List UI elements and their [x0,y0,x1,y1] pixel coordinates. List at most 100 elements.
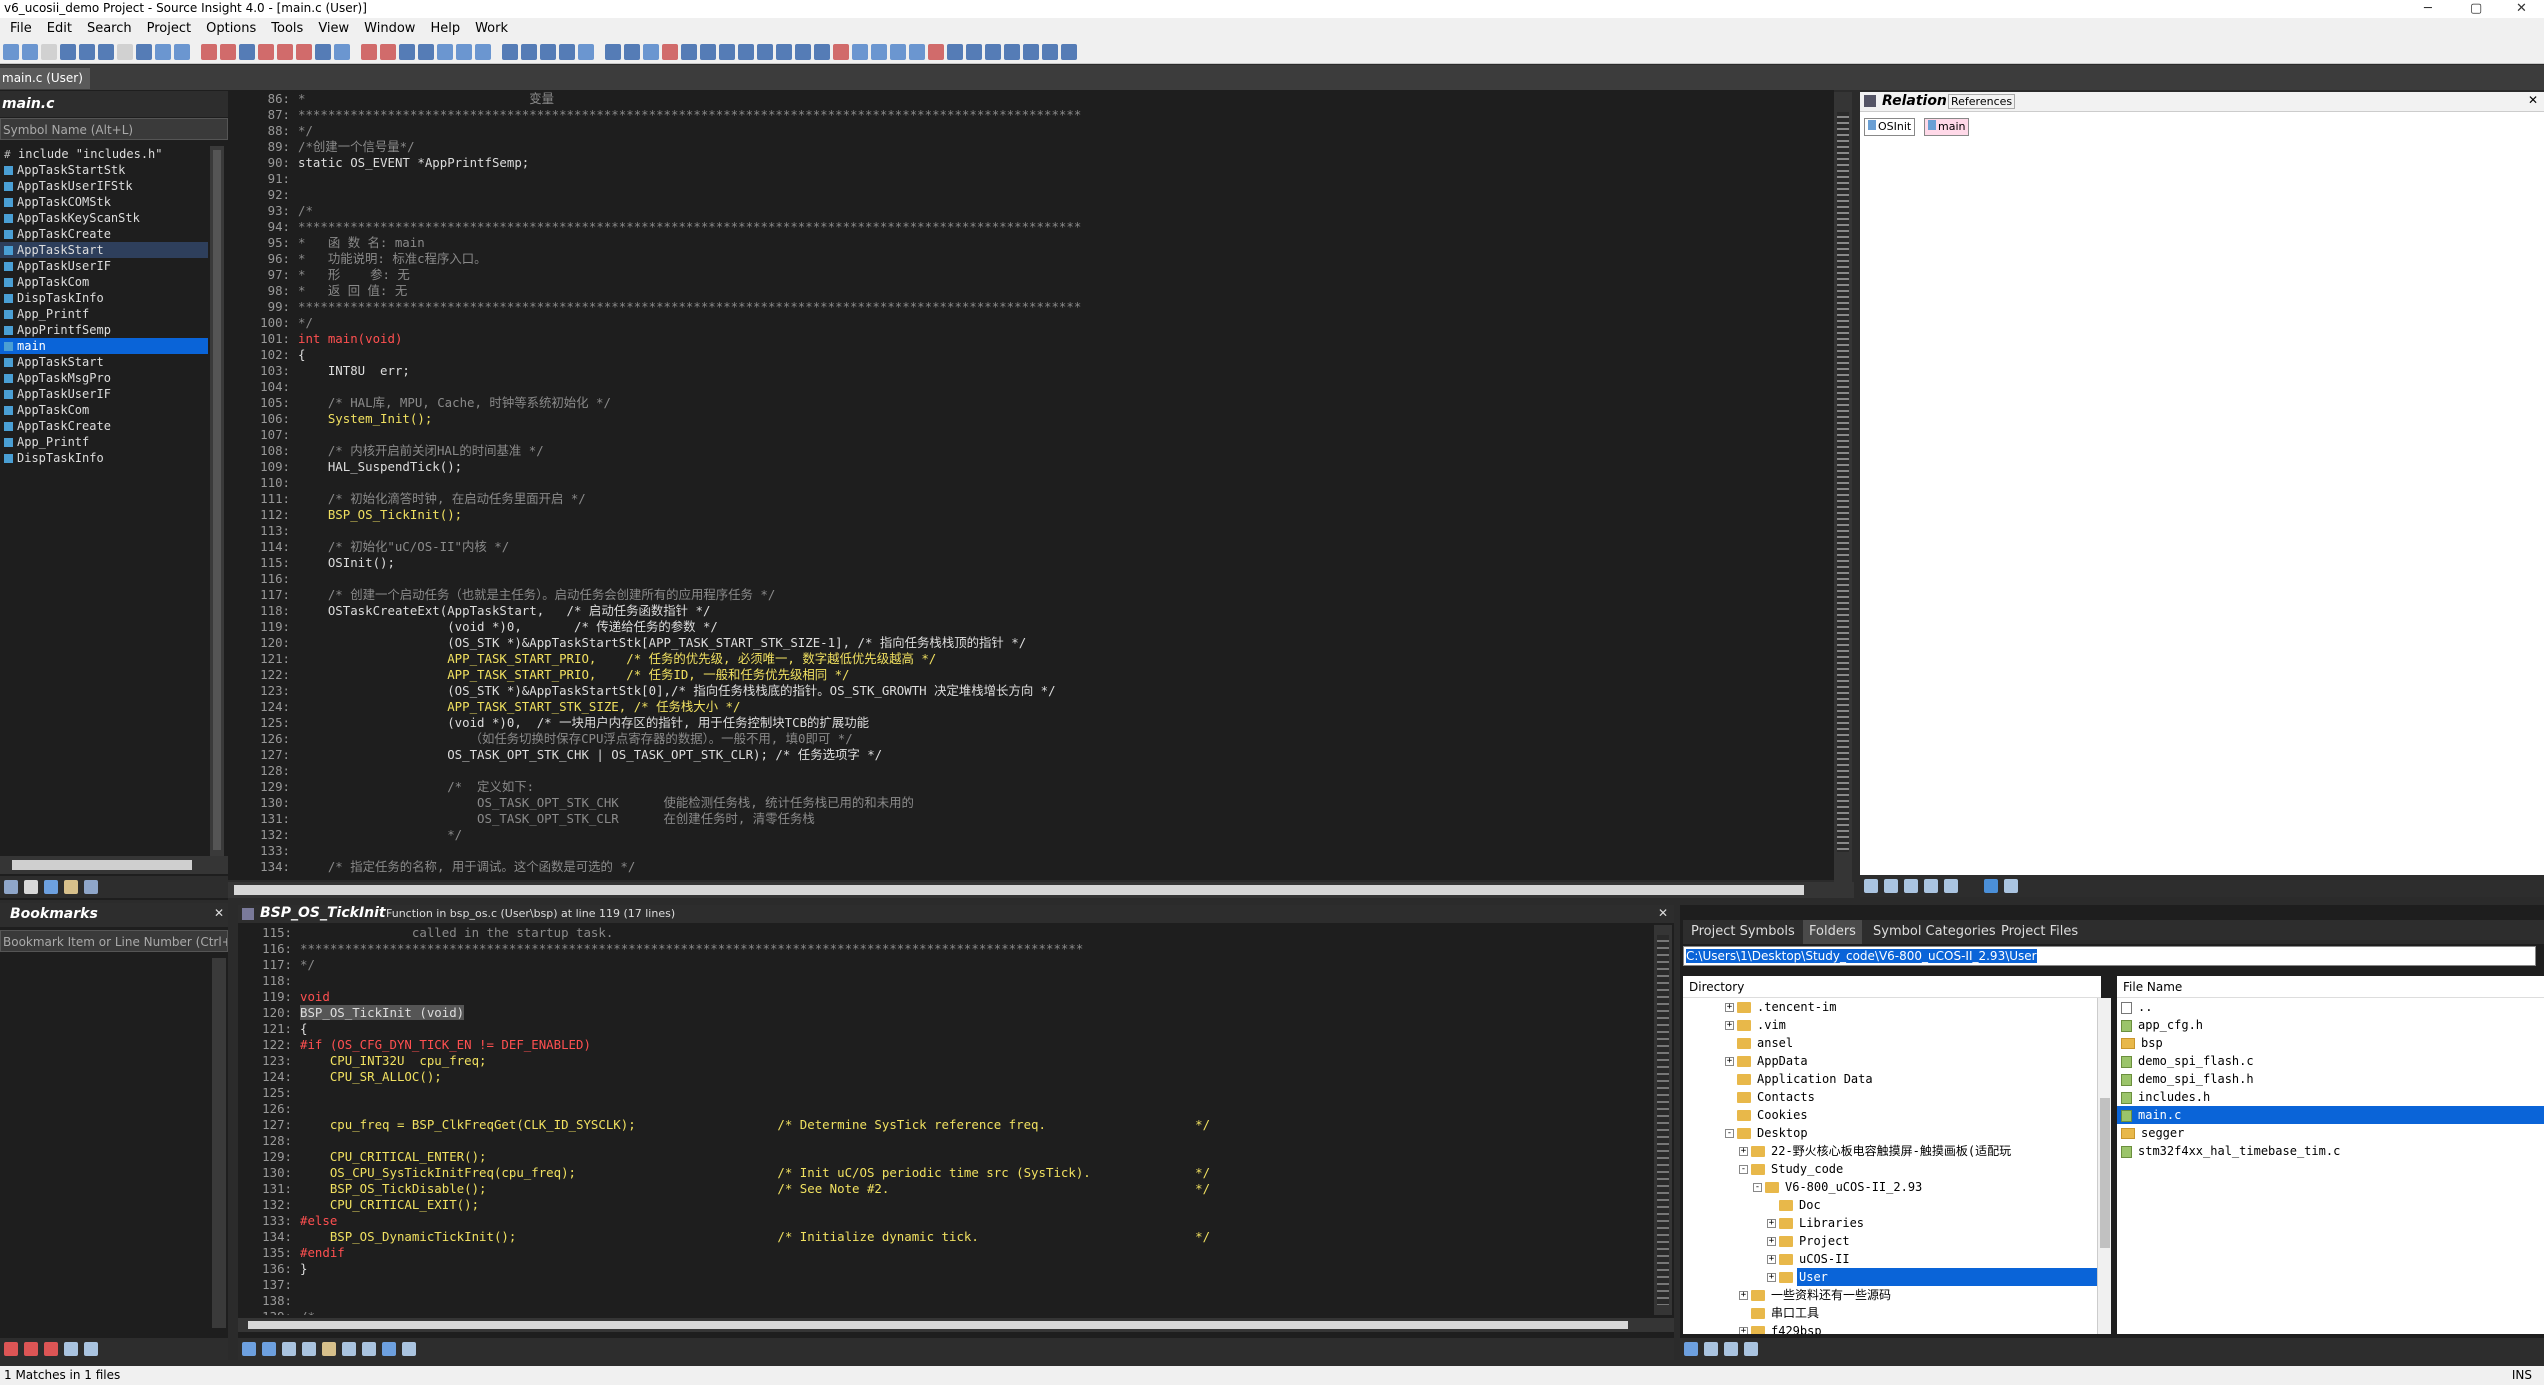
toolbar-button-icon-47[interactable] [928,43,944,60]
bookmark-save-icon[interactable] [64,1342,78,1356]
toolbar-button-icon-43[interactable] [852,43,868,60]
bookmark-goto-icon[interactable] [44,1342,58,1356]
folder-tree-item[interactable]: +22-野火核心板电容触摸屏-触摸画板(适配玩 [1683,1142,2101,1160]
code-line[interactable]: 88: */ [228,123,1818,139]
symbol-search-input[interactable]: Symbol Name (Alt+L) [0,118,228,140]
file-list-item[interactable]: includes.h [2117,1088,2544,1106]
minimize-button[interactable]: ─ [2424,0,2432,17]
folder-tree-item[interactable]: Contacts [1683,1088,2101,1106]
editor-hscrollbar[interactable] [228,882,1854,898]
menu-search[interactable]: Search [81,18,141,40]
code-line[interactable]: 126: [238,1101,1648,1117]
toolbar-button-icon-52[interactable] [1023,43,1039,60]
relation-window[interactable] [1860,92,2544,882]
context-refresh-icon[interactable] [342,1342,356,1356]
symbol-item[interactable]: AppTaskUserIF [0,258,208,274]
directory-scrollbar[interactable] [2097,998,2111,1334]
code-line[interactable]: 114: /* 初始化"uC/OS-II"内核 */ [228,539,1818,555]
folder-tree-item[interactable]: - V6-800_uCOS-II_2.93 [1683,1178,2101,1196]
toolbar-button-icon-5[interactable] [98,43,114,60]
code-line[interactable]: 86: * 变量 [228,91,1818,107]
folder-tree-item[interactable]: + User [1683,1268,2101,1286]
code-line[interactable]: 130: OS_TASK_OPT_STK_CHK 使能检测任务栈, 统计任务栈已… [228,795,1818,811]
toolbar-button-icon-48[interactable] [947,43,963,60]
relation-node-osinit[interactable]: OSInit [1864,118,1916,136]
folder-tree-item[interactable]: + Libraries [1683,1214,2101,1232]
code-line[interactable]: 96: * 功能说明: 标准c程序入口。 [228,251,1818,267]
file-list-item[interactable]: demo_spi_flash.h [2117,1070,2544,1088]
toolbar-button-icon-53[interactable] [1042,43,1058,60]
context-settings-icon[interactable] [402,1342,416,1356]
project-up-icon[interactable] [1684,1342,1698,1356]
code-line[interactable]: 117: */ [238,957,1648,973]
code-line[interactable]: 133: [228,843,1818,859]
toolbar-button-icon-38[interactable] [757,43,773,60]
expand-icon[interactable]: + [1725,1021,1734,1030]
code-line[interactable]: 103: INT8U err; [228,363,1818,379]
code-line[interactable]: 120: (OS_STK *)&AppTaskStartStk[APP_TASK… [228,635,1818,651]
project-tab-folders[interactable]: Folders [1803,920,1862,944]
code-line[interactable]: 132: CPU_CRITICAL_EXIT(); [238,1197,1648,1213]
toolbar-button-icon-19[interactable] [380,43,396,60]
project-tab-project-files[interactable]: Project Files [1995,920,2084,944]
code-line[interactable]: 121: APP_TASK_START_PRIO, /* 任务的优先级, 必须唯… [228,651,1818,667]
symbol-item[interactable]: DispTaskInfo [0,290,208,306]
collapse-icon[interactable]: - [1753,1183,1762,1192]
symbol-list-scrollbar[interactable] [210,146,224,856]
file-list-item[interactable]: bsp [2117,1034,2544,1052]
symbol-item[interactable]: AppTaskCreate [0,226,208,242]
expand-icon[interactable]: + [1739,1327,1748,1334]
sort-icon[interactable] [4,880,18,894]
context-close-icon[interactable]: ✕ [1658,906,1668,920]
folder-tree-item[interactable]: Doc [1683,1196,2101,1214]
menu-options[interactable]: Options [200,18,265,40]
menu-file[interactable]: File [4,18,41,40]
toolbar-button-icon-0[interactable] [3,43,19,60]
code-line[interactable]: 93: /* [228,203,1818,219]
toolbar-button-icon-12[interactable] [239,43,255,60]
expand-icon[interactable]: + [1767,1237,1776,1246]
code-line[interactable]: 120: BSP_OS_TickInit (void) [238,1005,1648,1021]
collapse-icon[interactable]: - [1739,1165,1748,1174]
code-line[interactable]: 89: /*创建一个信号量*/ [228,139,1818,155]
toolbar-button-icon-28[interactable] [559,43,575,60]
menu-project[interactable]: Project [141,18,200,40]
folder-tree-item[interactable]: + AppData [1683,1052,2101,1070]
code-line[interactable]: 137: [238,1277,1648,1293]
code-line[interactable]: 122: APP_TASK_START_PRIO, /* 任务ID, 一般和任务… [228,667,1818,683]
filter-icon[interactable] [44,880,58,894]
context-vscrollbar[interactable] [1654,925,1672,1315]
directory-column-header[interactable]: Directory [1683,976,2101,998]
toolbar-button-icon-39[interactable] [776,43,792,60]
folder-path-input[interactable]: C:\Users\1\Desktop\Study_code\V6-800_uCO… [1683,946,2536,966]
toolbar-button-icon-11[interactable] [220,43,236,60]
code-line[interactable]: 100: */ [228,315,1818,331]
toolbar-button-icon-32[interactable] [643,43,659,60]
editor-code[interactable]: 86: * 变量 87: ******************************… [228,91,1818,875]
list-view-icon[interactable] [24,880,38,894]
relation-layout-icon[interactable] [1984,879,1998,893]
toolbar-button-icon-20[interactable] [399,43,415,60]
code-line[interactable]: 97: * 形 参: 无 [228,267,1818,283]
code-line[interactable]: 125: (void *)0, /* 一块用户内存区的指针, 用于任务控制块TC… [228,715,1818,731]
code-line[interactable]: 87: *************************************… [228,107,1818,123]
toolbar-button-icon-30[interactable] [605,43,621,60]
symbol-item[interactable]: AppTaskStart [0,354,208,370]
toolbar-button-icon-26[interactable] [521,43,537,60]
symbol-item[interactable]: # include "includes.h" [0,146,208,162]
code-line[interactable]: 139:/* [238,1309,1648,1315]
bookmarks-close-icon[interactable]: ✕ [214,906,224,920]
menu-view[interactable]: View [312,18,358,40]
relation-refresh-icon[interactable] [1944,879,1958,893]
project-add-icon[interactable] [1724,1342,1738,1356]
context-hscrollbar[interactable] [238,1318,1674,1332]
symbol-item[interactable]: AppTaskCom [0,274,208,290]
references-tab[interactable]: References [1948,94,2016,109]
project-settings-icon[interactable] [1744,1342,1758,1356]
folder-tree-item[interactable]: - Desktop [1683,1124,2101,1142]
toolbar-button-icon-17[interactable] [334,43,350,60]
toolbar-button-icon-33[interactable] [662,43,678,60]
project-tab-project-symbols[interactable]: Project Symbols [1685,920,1801,944]
folder-tree-item[interactable]: + Project [1683,1232,2101,1250]
code-line[interactable]: 131: BSP_OS_TickDisable(); /* See Note #… [238,1181,1648,1197]
